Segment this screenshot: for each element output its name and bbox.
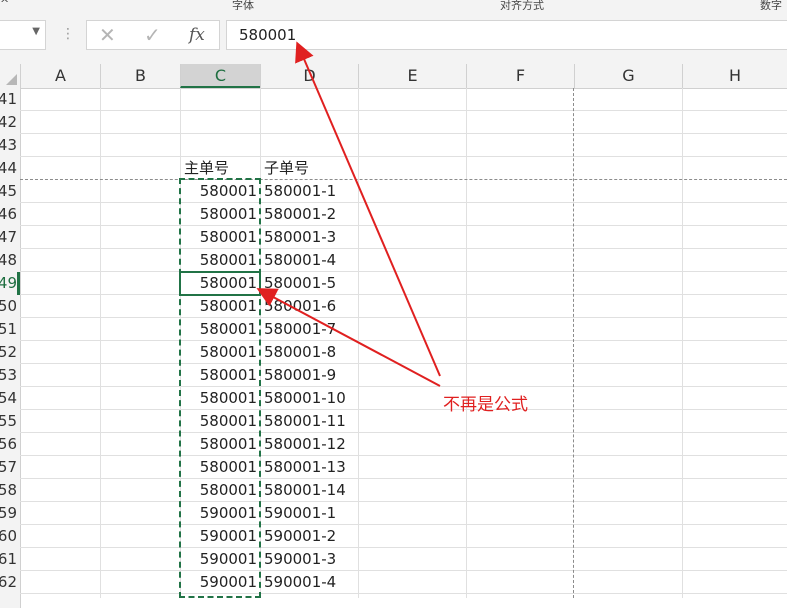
row-header[interactable]: 54 <box>0 387 17 410</box>
table-cell-sub[interactable]: 580001-11 <box>260 410 358 433</box>
table-cell-sub[interactable]: 580001-14 <box>260 479 358 502</box>
row-header[interactable]: 61 <box>0 548 17 571</box>
column-header-f[interactable]: F <box>466 64 574 88</box>
row-header[interactable]: 56 <box>0 433 17 456</box>
row-header[interactable]: 60 <box>0 525 17 548</box>
table-cell-sub[interactable]: 590001-1 <box>260 502 358 525</box>
column-header-c[interactable]: C <box>180 64 260 88</box>
table-cell-sub[interactable]: 580001-5 <box>260 272 358 295</box>
table-cell-sub[interactable]: 580001-13 <box>260 456 358 479</box>
row-headers: 41 42 43 44 45 46 47 48 49 50 51 52 53 5… <box>0 88 21 608</box>
table-cell-sub[interactable]: 580001-6 <box>260 295 358 318</box>
insert-function-icon[interactable]: fx <box>189 25 205 45</box>
table-cell-sub[interactable]: 580001-4 <box>260 249 358 272</box>
row-header[interactable]: 47 <box>0 226 17 249</box>
active-cell-c49[interactable] <box>179 271 261 296</box>
formula-input[interactable]: 580001 <box>226 20 787 50</box>
table-cell-sub[interactable]: 580001-12 <box>260 433 358 456</box>
table-cell-sub[interactable]: 580001-1 <box>260 180 358 203</box>
cell-d44-header[interactable]: 子单号 <box>260 157 358 180</box>
row-header[interactable]: 43 <box>0 134 17 157</box>
page-break-horizontal <box>20 179 787 180</box>
row-header[interactable]: 52 <box>0 341 17 364</box>
row-header[interactable]: 57 <box>0 456 17 479</box>
formula-bar: ▼ ⋮ ✕ ✓ fx 580001 <box>0 10 787 64</box>
annotation-label: 不再是公式 <box>443 395 528 415</box>
row-header[interactable]: 41 <box>0 88 17 111</box>
column-header-b[interactable]: B <box>100 64 180 88</box>
table-cell-sub[interactable]: 580001-3 <box>260 226 358 249</box>
row-header[interactable]: 51 <box>0 318 17 341</box>
table-cell-sub[interactable]: 590001-3 <box>260 548 358 571</box>
copy-marquee <box>179 178 261 598</box>
row-header[interactable]: 46 <box>0 203 17 226</box>
table-cell-sub[interactable]: 590001-2 <box>260 525 358 548</box>
row-header[interactable]: 48 <box>0 249 17 272</box>
column-header-d[interactable]: D <box>260 64 358 88</box>
row-header[interactable]: 58 <box>0 479 17 502</box>
row-header[interactable]: 59 <box>0 502 17 525</box>
name-box[interactable]: ▼ <box>0 20 46 50</box>
column-header-a[interactable]: A <box>20 64 100 88</box>
column-header-h[interactable]: H <box>682 64 787 88</box>
row-header[interactable]: 55 <box>0 410 17 433</box>
column-headers: A B C D E F G H <box>0 64 787 89</box>
table-cell-sub[interactable]: 590001-4 <box>260 571 358 594</box>
select-all-corner[interactable] <box>0 64 20 88</box>
page-break-vertical <box>573 88 574 598</box>
chevron-down-icon[interactable]: ▼ <box>32 26 40 37</box>
table-cell-sub[interactable]: 580001-10 <box>260 387 358 410</box>
table-cell-sub[interactable]: 580001-9 <box>260 364 358 387</box>
table-cell-sub[interactable]: 580001-7 <box>260 318 358 341</box>
column-header-g[interactable]: G <box>574 64 682 88</box>
worksheet-grid[interactable]: 主单号 子单号 580001 580001 580001 580001 5800… <box>20 88 787 598</box>
table-cell-sub[interactable]: 580001-8 <box>260 341 358 364</box>
formula-buttons: ✕ ✓ fx <box>86 20 220 50</box>
row-header[interactable]: 45 <box>0 180 17 203</box>
enter-icon[interactable]: ✓ <box>144 23 161 47</box>
cell-c44-header[interactable]: 主单号 <box>180 157 260 180</box>
formula-bar-grip-icon[interactable]: ⋮ <box>61 26 75 42</box>
row-header[interactable]: 50 <box>0 295 17 318</box>
cancel-icon[interactable]: ✕ <box>99 23 116 47</box>
column-header-e[interactable]: E <box>358 64 466 88</box>
row-header[interactable]: 53 <box>0 364 17 387</box>
row-header[interactable]: 62 <box>0 571 17 594</box>
row-header-selected[interactable]: 49 <box>0 272 17 295</box>
table-cell-sub[interactable]: 580001-2 <box>260 203 358 226</box>
ribbon-fragment: ^ <box>0 0 10 10</box>
row-header[interactable]: 44 <box>0 157 17 180</box>
row-header[interactable]: 42 <box>0 111 17 134</box>
